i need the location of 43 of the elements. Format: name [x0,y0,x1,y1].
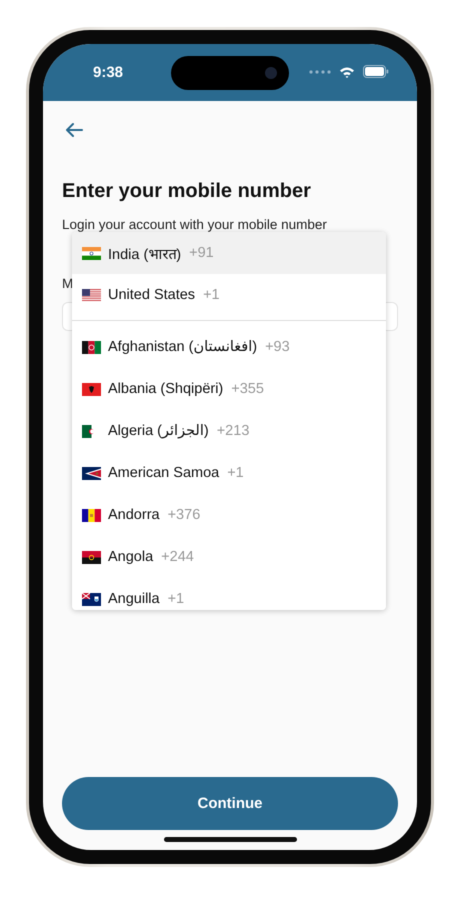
country-name: Anguilla [108,591,160,607]
battery-icon [363,65,389,78]
flag-icon [82,508,101,522]
country-name: United States [108,287,196,303]
country-option[interactable]: Andorra +376 [72,494,386,536]
status-time: 9:38 [93,64,124,81]
signal-icon [309,70,331,74]
dial-code: +213 [216,423,250,439]
flag-icon [82,550,101,564]
country-option[interactable]: India (भारत) +91 [72,232,386,274]
flag-icon [82,288,101,302]
country-name: Albania (Shqipëri) [108,381,224,397]
dial-code: +1 [168,591,184,607]
country-option[interactable]: Anguilla +1 [72,578,386,610]
country-option[interactable]: Albania (Shqipëri) +355 [72,368,386,410]
dial-code: +1 [203,287,220,303]
dial-code: +376 [168,507,200,523]
country-name: India (भारत) [108,246,182,263]
flag-icon [82,382,101,396]
dial-code: +93 [265,339,290,355]
country-name: Afghanistan (افغانستان) [108,339,258,355]
wifi-icon [339,66,355,78]
flag-icon [82,340,101,354]
country-name: Algeria (الجزائر) [108,423,209,439]
subtitle: Login your account with your mobile number [62,217,328,232]
flag-icon [82,592,101,606]
country-name: Andorra [108,507,160,523]
continue-button[interactable]: Continue [62,777,398,830]
country-option[interactable]: Angola +244 [72,536,386,578]
flag-icon [82,466,101,480]
dial-code: +244 [161,549,194,565]
back-button[interactable] [65,122,83,138]
back-arrow-icon [65,122,83,138]
dial-code: +1 [227,465,244,481]
flag-icon [82,246,101,260]
field-label: M [62,276,74,291]
country-name: Angola [108,549,154,565]
country-option[interactable]: American Samoa +1 [72,452,386,494]
dial-code: +355 [231,381,264,397]
dial-code: +91 [189,245,214,261]
page-title: Enter your mobile number [62,180,312,203]
country-option[interactable]: United States +1 [72,274,386,316]
country-name: American Samoa [108,465,220,481]
